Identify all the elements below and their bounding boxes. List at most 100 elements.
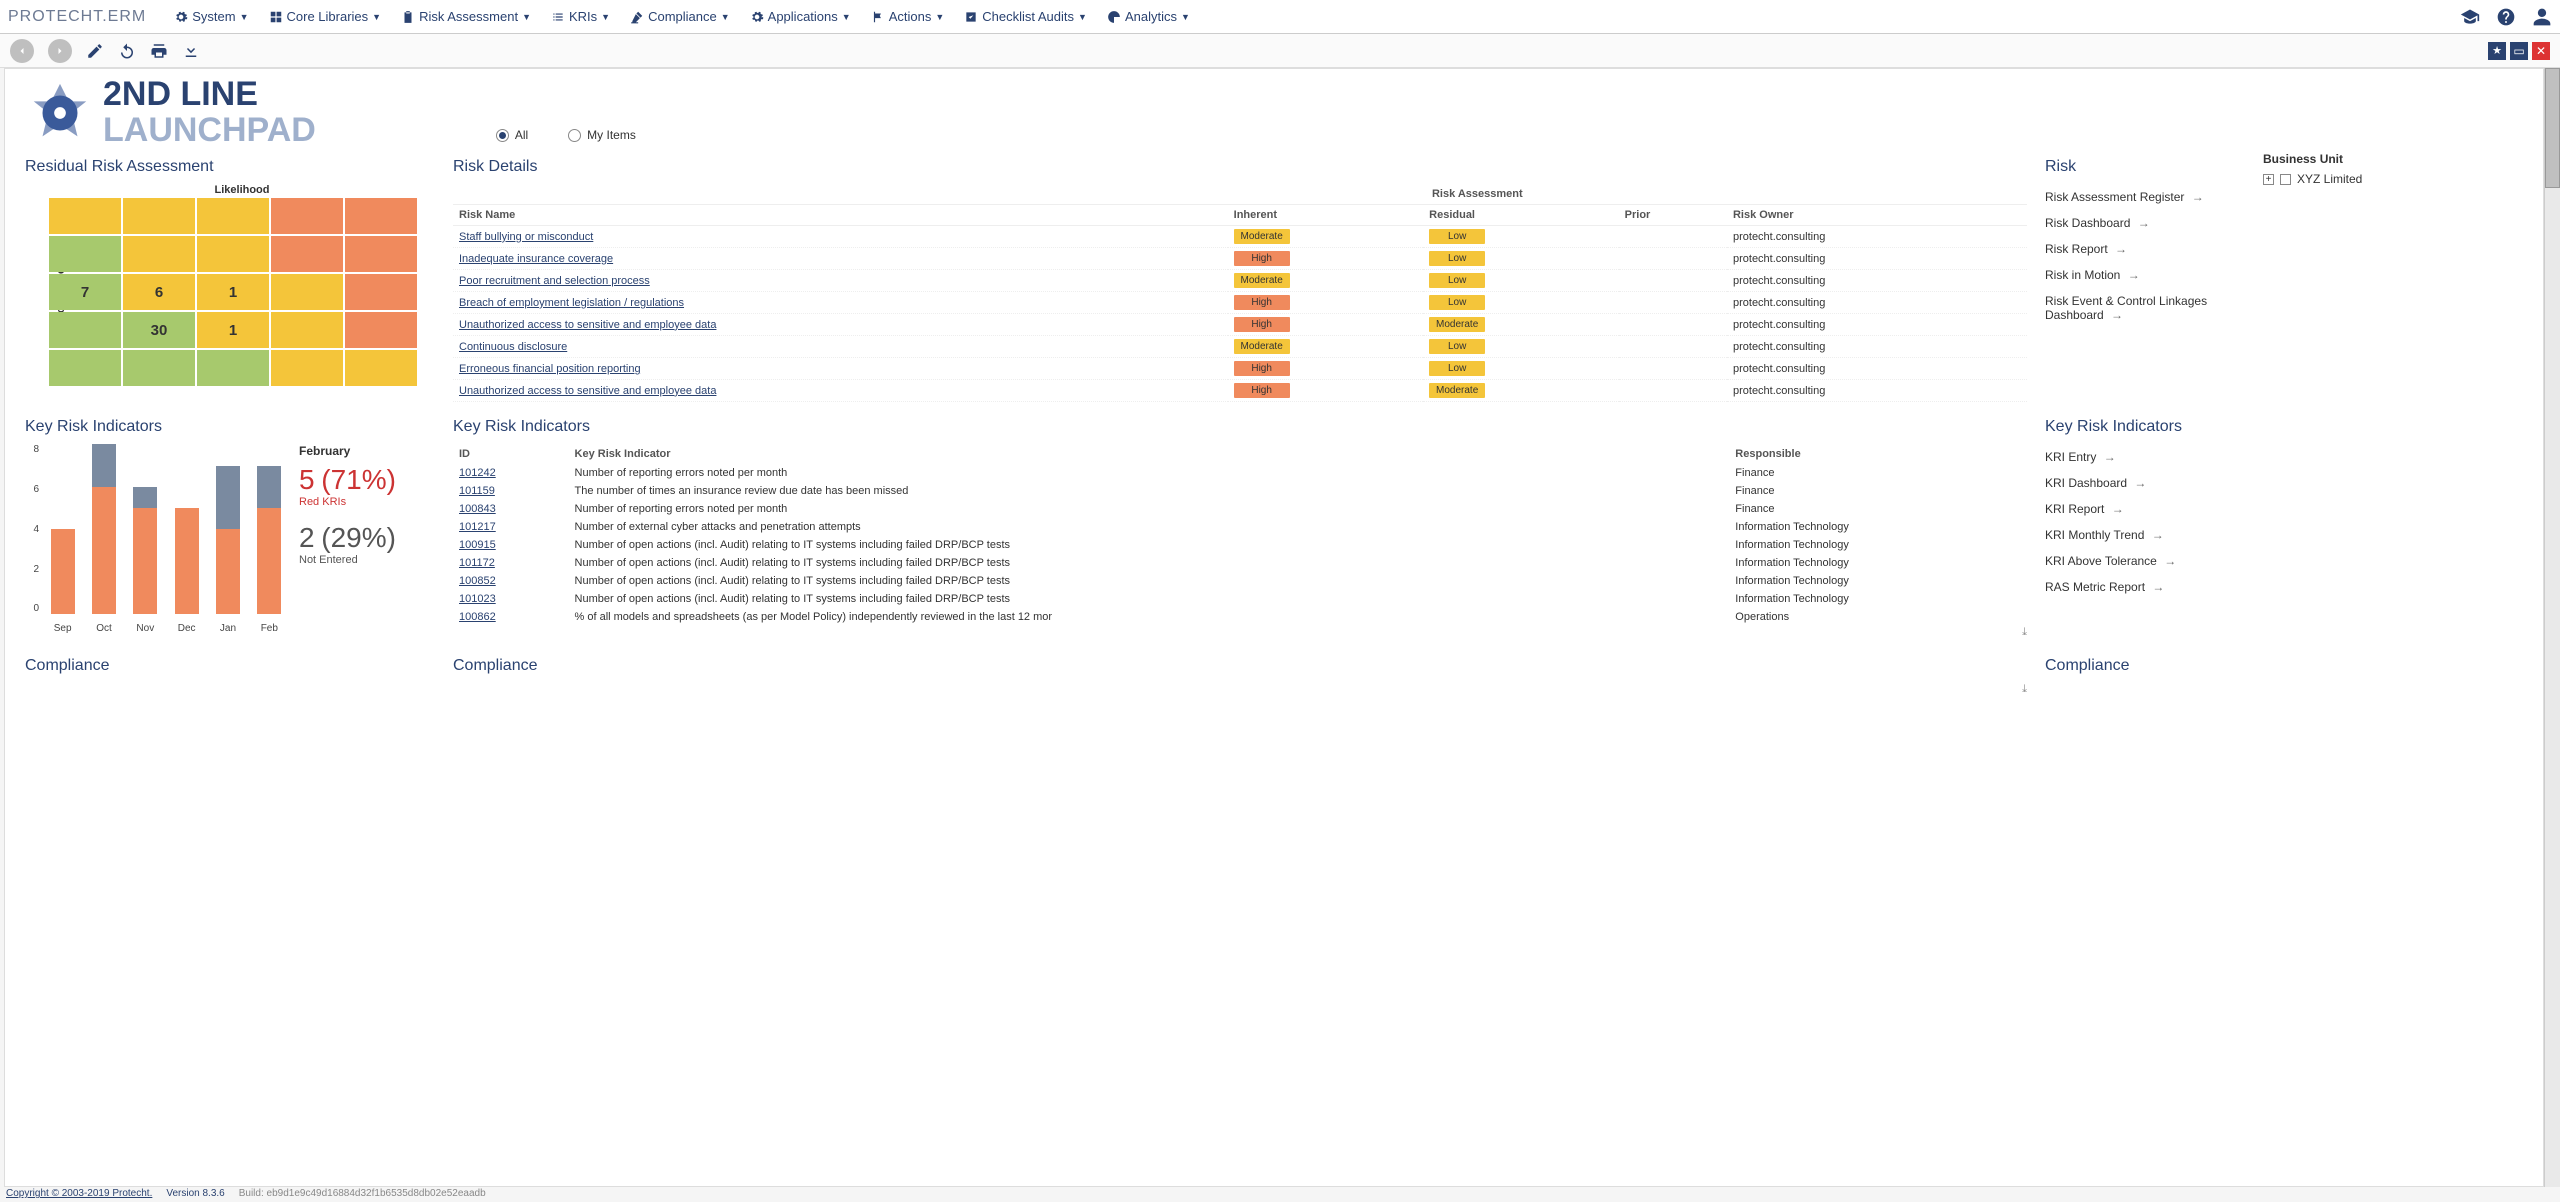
column-header[interactable]: Risk Name (453, 205, 1228, 226)
matrix-cell[interactable] (197, 236, 269, 272)
link-item[interactable]: KRI Entry → (2045, 444, 2245, 470)
link-item[interactable]: KRI Above Tolerance → (2045, 548, 2245, 574)
kri-id-link[interactable]: 101242 (459, 467, 496, 479)
matrix-cell[interactable] (345, 198, 417, 234)
favorite-button[interactable]: ★ (2488, 42, 2506, 60)
risk-link[interactable]: Continuous disclosure (459, 341, 567, 353)
link-item[interactable]: KRI Dashboard → (2045, 470, 2245, 496)
matrix-cell[interactable]: 30 (123, 312, 195, 348)
matrix-cell[interactable]: 7 (49, 274, 121, 310)
business-unit-node[interactable]: + XYZ Limited (2263, 172, 2523, 186)
column-header[interactable]: Prior (1619, 205, 1727, 226)
matrix-cell[interactable] (123, 236, 195, 272)
nav-core-libraries[interactable]: Core Libraries▼ (261, 5, 390, 28)
matrix-cell[interactable]: 6 (123, 274, 195, 310)
column-header[interactable]: Inherent (1228, 205, 1424, 226)
bar[interactable] (88, 444, 119, 614)
kri-id-link[interactable]: 101023 (459, 593, 496, 605)
bar[interactable] (171, 508, 202, 614)
kri-id-link[interactable]: 101159 (459, 485, 495, 497)
print-icon[interactable] (150, 42, 168, 60)
risk-link[interactable]: Poor recruitment and selection process (459, 275, 650, 287)
user-icon[interactable] (2532, 7, 2552, 27)
risk-link[interactable]: Unauthorized access to sensitive and emp… (459, 319, 716, 331)
nav-back-button[interactable] (10, 39, 34, 63)
nav-analytics[interactable]: Analytics▼ (1099, 5, 1198, 28)
kri-id-link[interactable]: 100915 (459, 539, 496, 551)
kri-id-link[interactable]: 100852 (459, 575, 496, 587)
filter-my-items-radio[interactable]: My Items (568, 128, 636, 142)
bar[interactable] (130, 487, 161, 615)
matrix-cell[interactable] (49, 198, 121, 234)
vertical-scrollbar[interactable] (2544, 68, 2560, 1187)
matrix-cell[interactable] (49, 350, 121, 386)
link-item[interactable]: KRI Report → (2045, 496, 2245, 522)
help-icon[interactable] (2496, 7, 2516, 27)
risk-link[interactable]: Breach of employment legislation / regul… (459, 297, 684, 309)
column-header[interactable]: Risk Owner (1727, 205, 2027, 226)
scrollbar-thumb[interactable] (2545, 68, 2560, 188)
maximize-button[interactable]: ▭ (2510, 42, 2528, 60)
matrix-cell[interactable] (271, 312, 343, 348)
expand-icon[interactable]: + (2263, 174, 2274, 185)
matrix-cell[interactable] (271, 236, 343, 272)
matrix-cell[interactable] (271, 274, 343, 310)
kri-id-link[interactable]: 101217 (459, 521, 496, 533)
close-button[interactable]: ✕ (2532, 42, 2550, 60)
nav-actions[interactable]: Actions▼ (863, 5, 953, 28)
matrix-cell[interactable] (345, 236, 417, 272)
nav-checklist-audits[interactable]: Checklist Audits▼ (956, 5, 1095, 28)
edit-icon[interactable] (86, 42, 104, 60)
nav-applications[interactable]: Applications▼ (742, 5, 859, 28)
column-header[interactable]: ID (453, 444, 569, 464)
matrix-cell[interactable] (345, 274, 417, 310)
matrix-cell[interactable] (49, 312, 121, 348)
download-icon[interactable] (182, 42, 200, 60)
refresh-icon[interactable] (118, 42, 136, 60)
link-item[interactable]: Risk Event & Control Linkages Dashboard … (2045, 288, 2245, 328)
link-item[interactable]: Risk Assessment Register → (2045, 184, 2245, 210)
link-item[interactable]: Risk Dashboard → (2045, 210, 2245, 236)
nav-compliance[interactable]: Compliance▼ (622, 5, 738, 28)
matrix-cell[interactable] (197, 198, 269, 234)
matrix-cell[interactable] (271, 350, 343, 386)
matrix-cell[interactable] (49, 236, 121, 272)
matrix-cell[interactable] (123, 350, 195, 386)
link-item[interactable]: Risk in Motion → (2045, 262, 2245, 288)
link-item[interactable]: KRI Monthly Trend → (2045, 522, 2245, 548)
footer-copyright[interactable]: Copyright © 2003-2019 Protecht. (6, 1188, 152, 1201)
kri-id-link[interactable]: 100862 (459, 611, 496, 623)
checkbox-icon[interactable] (2280, 174, 2291, 185)
panel-expand-icon[interactable]: ⤓ (2022, 626, 2027, 639)
matrix-cell[interactable] (123, 198, 195, 234)
link-item[interactable]: Risk Report → (2045, 236, 2245, 262)
nav-forward-button[interactable] (48, 39, 72, 63)
nav-risk-assessment[interactable]: Risk Assessment▼ (393, 5, 539, 28)
panel-expand-icon[interactable]: ⤓ (2022, 683, 2027, 696)
risk-link[interactable]: Unauthorized access to sensitive and emp… (459, 385, 716, 397)
column-header[interactable]: Responsible (1729, 444, 2027, 464)
filter-all-radio[interactable]: All (496, 128, 528, 142)
matrix-cell[interactable] (197, 350, 269, 386)
graduation-icon[interactable] (2460, 7, 2480, 27)
column-header[interactable]: Key Risk Indicator (569, 444, 1730, 464)
kri-links-panel: Key Risk Indicators KRI Entry →KRI Dashb… (2045, 412, 2245, 639)
risk-link[interactable]: Inadequate insurance coverage (459, 253, 613, 265)
matrix-cell[interactable]: 1 (197, 312, 269, 348)
risk-link[interactable]: Erroneous financial position reporting (459, 363, 641, 375)
column-header[interactable]: Residual (1423, 205, 1619, 226)
matrix-cell[interactable] (271, 198, 343, 234)
bar[interactable] (47, 529, 78, 614)
matrix-cell[interactable] (345, 350, 417, 386)
risk-matrix[interactable]: 761301 (49, 198, 435, 386)
link-item[interactable]: RAS Metric Report → (2045, 574, 2245, 600)
nav-system[interactable]: System▼ (166, 5, 256, 28)
bar[interactable] (212, 466, 243, 615)
matrix-cell[interactable] (345, 312, 417, 348)
kri-id-link[interactable]: 100843 (459, 503, 496, 515)
matrix-cell[interactable]: 1 (197, 274, 269, 310)
risk-link[interactable]: Staff bullying or misconduct (459, 231, 593, 243)
nav-kris[interactable]: KRIs▼ (543, 5, 618, 28)
bar[interactable] (254, 466, 285, 615)
kri-id-link[interactable]: 101172 (459, 557, 495, 569)
